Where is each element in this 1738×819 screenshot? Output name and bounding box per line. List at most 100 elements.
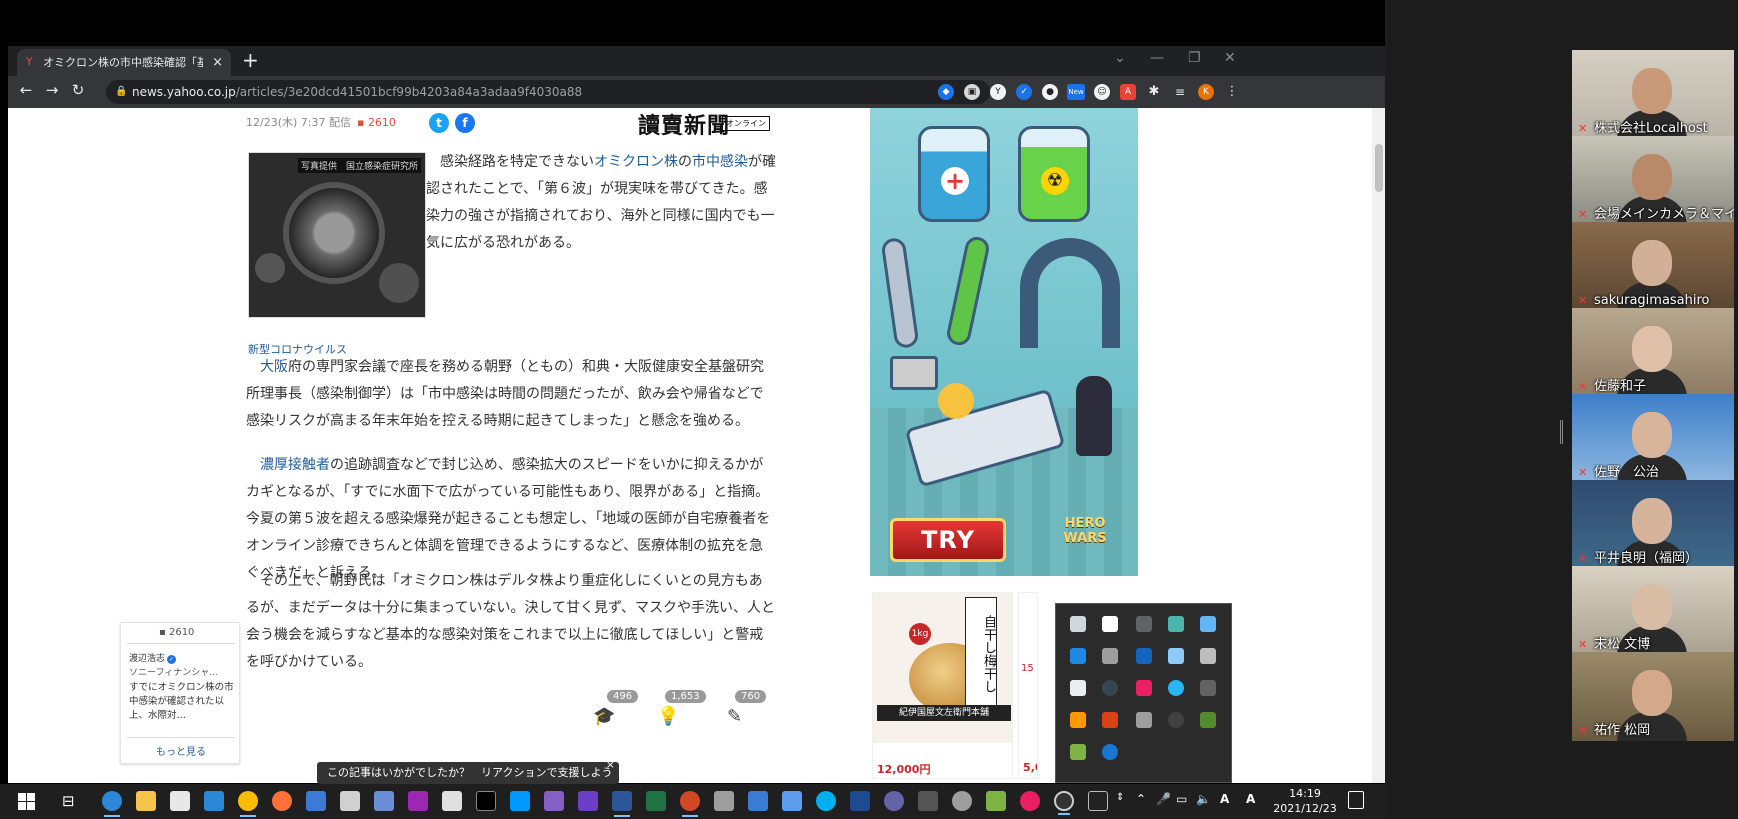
participant-tile[interactable]: ✕ 佐野 公治 <box>1572 394 1734 483</box>
pencil-icon[interactable]: ✎ <box>727 706 742 727</box>
commenter-name[interactable]: 渡辺浩志 ✓ <box>129 651 177 664</box>
tray-search-icon[interactable] <box>1168 616 1184 632</box>
address-bar[interactable]: 🔒 news.yahoo.co.jp/articles/3e20dcd41501… <box>106 80 990 104</box>
powerpoint-icon[interactable] <box>680 791 700 817</box>
network-icon[interactable]: ▭ <box>1176 792 1187 806</box>
participant-tile[interactable]: ✕ 株式会社Localhost <box>1572 50 1734 139</box>
extension-new-icon[interactable]: New <box>1067 84 1085 100</box>
new-tab-button[interactable]: + <box>242 48 259 72</box>
tray-sync-icon[interactable] <box>1070 648 1086 664</box>
firefox-icon[interactable] <box>272 791 292 811</box>
windows-start-icon[interactable] <box>18 793 35 810</box>
page-scrollbar[interactable] <box>1372 108 1385 783</box>
visual-studio-icon[interactable] <box>544 791 564 811</box>
tray-expand-icon[interactable]: ⌃ <box>1136 792 1146 806</box>
try-button[interactable]: TRY <box>890 518 1006 562</box>
minimize-button[interactable]: — <box>1150 50 1164 66</box>
app-icon-12[interactable] <box>1020 791 1040 811</box>
obs-icon[interactable] <box>1054 791 1074 815</box>
app-icon-11[interactable] <box>952 791 972 811</box>
app-icon-4[interactable] <box>408 791 428 811</box>
extension-1-icon[interactable]: ◆ <box>938 84 954 100</box>
twitter-share-icon[interactable]: t <box>429 113 449 133</box>
edge-icon[interactable] <box>102 791 122 817</box>
pdf-extension-icon[interactable]: A <box>1120 84 1136 100</box>
tray-media-icon[interactable] <box>1136 680 1152 696</box>
media-control-icon[interactable]: ≡ <box>1172 84 1188 100</box>
article-keyword-link[interactable]: 市中感染 <box>692 154 748 170</box>
chrome-icon[interactable] <box>238 791 258 817</box>
tray-green-app-icon[interactable] <box>1070 744 1086 760</box>
notepad-icon[interactable] <box>442 791 462 811</box>
taskbar-clock[interactable]: 14:19 2021/12/23 <box>1273 786 1337 816</box>
forward-button[interactable]: → <box>42 81 62 99</box>
tray-nvidia-icon[interactable] <box>1200 712 1216 728</box>
virus-photo[interactable]: 写真提供 国立感染症研究所 <box>248 152 426 318</box>
see-more-link[interactable]: もっと見る <box>121 743 241 758</box>
app-icon-5[interactable] <box>714 791 734 811</box>
excel-icon[interactable] <box>646 791 666 811</box>
close-window-button[interactable]: ✕ <box>1224 50 1236 66</box>
app-icon-2[interactable] <box>340 791 360 811</box>
cmd-icon[interactable] <box>1088 791 1108 811</box>
app-icon-6[interactable] <box>748 791 768 811</box>
comment-count-link[interactable]: ▪ 2610 <box>357 116 396 129</box>
product-ad-card[interactable]: 1kg 自干し梅干し 紀伊国屋文左衛門本舗 12,000円 <box>872 592 1013 779</box>
reaction-prompt-close-button[interactable]: × <box>606 754 615 776</box>
app-icon-7[interactable] <box>782 791 802 811</box>
product-ad-card-2[interactable]: 15 5,0 <box>1018 592 1038 779</box>
pen-workspace-icon[interactable]: A <box>1246 792 1255 806</box>
app-icon-8[interactable] <box>850 791 870 811</box>
extension-3-icon[interactable]: Y <box>990 84 1006 100</box>
participant-tile[interactable]: ✕ 祐作 松岡 <box>1572 652 1734 741</box>
participant-tile[interactable]: ✕ 末松 文博 <box>1572 566 1734 655</box>
article-keyword-link[interactable]: オミクロン株 <box>594 154 678 170</box>
app-icon-1[interactable] <box>306 791 326 811</box>
mortarboard-icon[interactable]: 🎓 <box>593 706 615 727</box>
participant-tile[interactable]: ✕会場メインカメラ＆マイク <box>1572 136 1734 225</box>
visual-studio-2-icon[interactable] <box>578 791 598 811</box>
minecraft-icon[interactable] <box>986 791 1006 811</box>
extension-check-icon[interactable]: ✓ <box>1016 84 1032 100</box>
app-icon-3[interactable] <box>374 791 394 811</box>
extensions-puzzle-icon[interactable]: ✱ <box>1146 84 1162 100</box>
task-view-icon[interactable]: ⊟ <box>62 792 75 810</box>
participant-tile[interactable]: ✕ sakuragimasahiro <box>1572 222 1734 311</box>
tray-camera-icon[interactable] <box>1070 616 1086 632</box>
tray-eye-icon[interactable] <box>1168 712 1184 728</box>
tray-window-icon[interactable] <box>1136 616 1152 632</box>
tray-gamepad-icon[interactable] <box>1200 648 1216 664</box>
tray-pen-icon[interactable] <box>1200 680 1216 696</box>
tab-article[interactable]: Y オミクロン株の市中感染確認「基本的 × <box>17 49 231 76</box>
ime-icon[interactable]: A <box>1220 792 1229 806</box>
app-icon-10[interactable] <box>918 791 938 811</box>
profile-avatar[interactable]: K <box>1198 84 1214 100</box>
reload-button[interactable]: ↻ <box>68 81 88 99</box>
extension-4-icon[interactable]: ● <box>1042 84 1058 100</box>
notification-center-icon[interactable] <box>1348 791 1364 809</box>
tab-close-button[interactable]: × <box>212 49 223 76</box>
hero-wars-ad[interactable]: + ☢ TRY HERO WARS <box>870 108 1138 576</box>
terminal-icon[interactable] <box>476 791 496 811</box>
tray-pdf-icon[interactable] <box>1070 680 1086 696</box>
participant-tile[interactable]: ✕ 平井良明（福岡） <box>1572 480 1734 569</box>
tray-obs-icon[interactable] <box>1102 680 1118 696</box>
tray-cloud-icon[interactable] <box>1200 616 1216 632</box>
article-keyword-link[interactable]: 濃厚接触者 <box>260 457 330 473</box>
back-button[interactable]: ← <box>16 81 36 99</box>
lightbulb-icon[interactable]: 💡 <box>657 706 679 727</box>
tray-onedrive-icon[interactable] <box>1136 712 1152 728</box>
tray-skype-icon[interactable] <box>1168 680 1184 696</box>
skype-icon[interactable] <box>816 791 836 811</box>
tray-app-icon[interactable] <box>1136 648 1152 664</box>
word-icon[interactable] <box>612 791 632 817</box>
scroll-arrows-icon[interactable]: ⇕ <box>1116 792 1124 803</box>
microphone-icon[interactable]: 🎤 <box>1156 792 1171 806</box>
tray-zoom-icon[interactable] <box>1102 744 1118 760</box>
tray-usb-icon[interactable] <box>1102 648 1118 664</box>
article-keyword-link[interactable]: 大阪 <box>260 359 288 375</box>
vscode-icon[interactable] <box>510 791 530 811</box>
tab-search-icon[interactable]: ⌄ <box>1114 50 1126 66</box>
file-explorer-icon[interactable] <box>136 791 156 811</box>
store-icon[interactable] <box>170 791 190 811</box>
